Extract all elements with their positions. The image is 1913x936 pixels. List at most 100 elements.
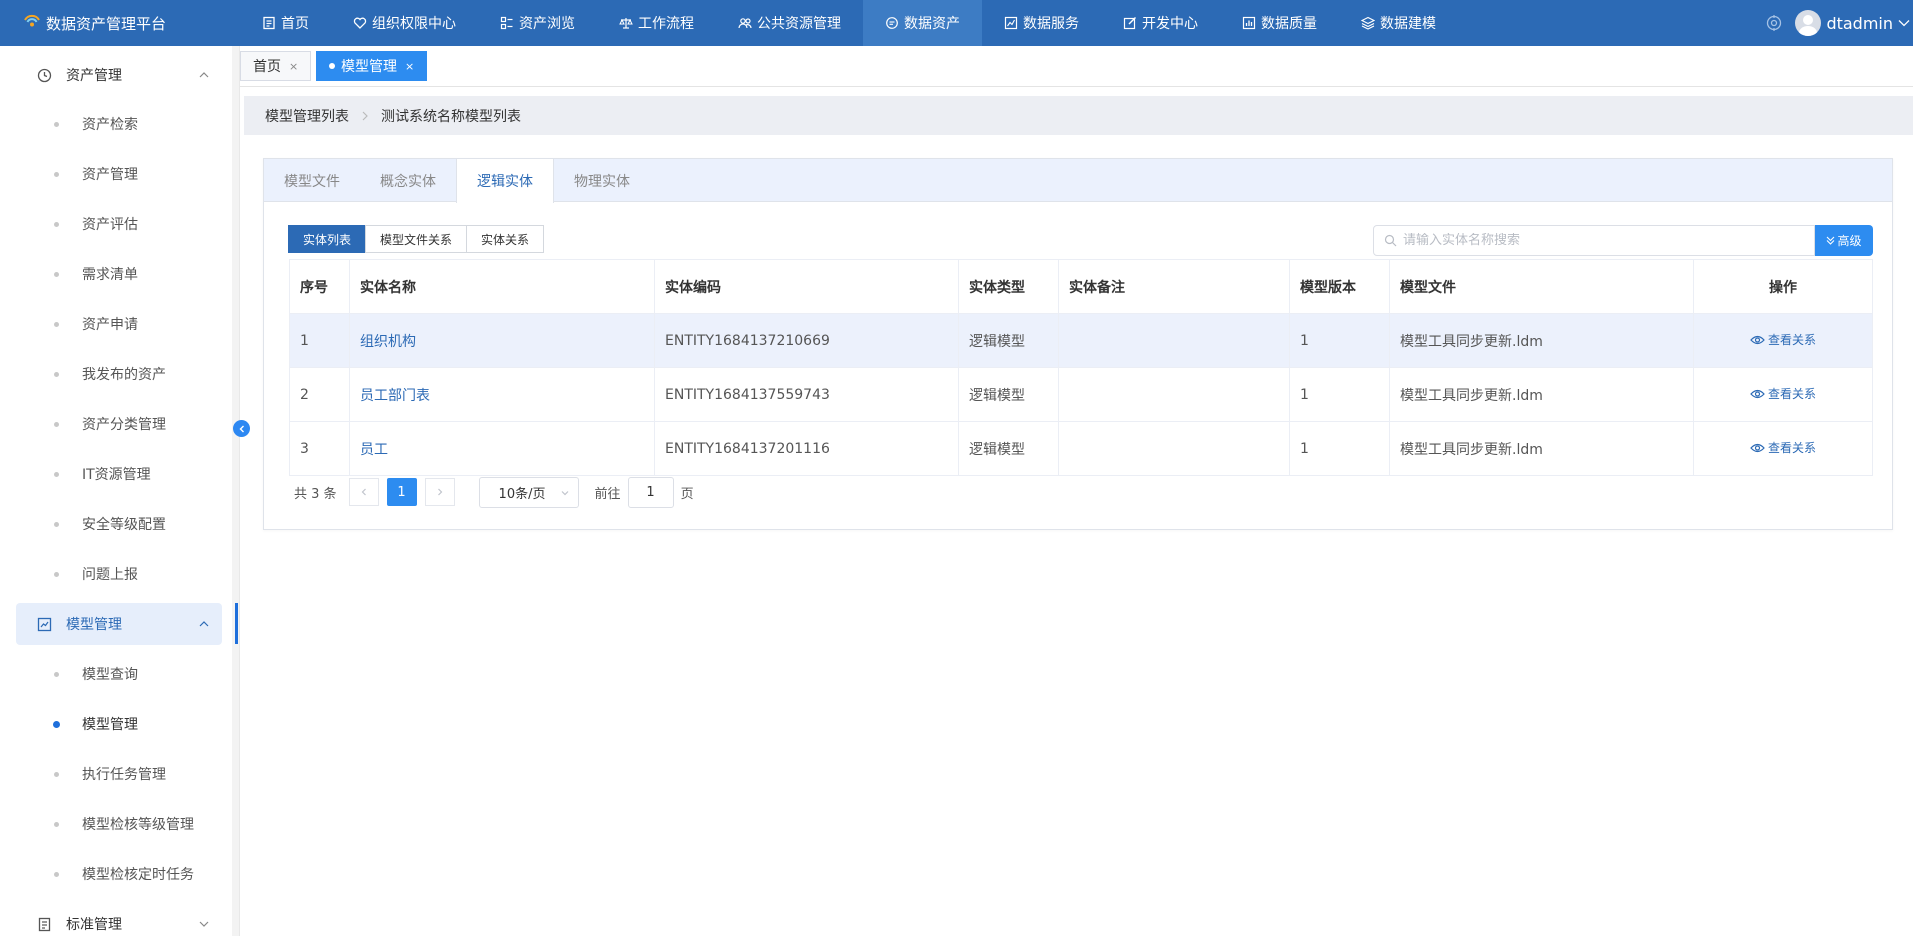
heart-shield-icon [353, 17, 367, 29]
app-title: 数据资产管理平台 [46, 14, 167, 33]
top-navbar: 数据资产管理平台 首页 组织权限中心 资产浏览 工作流程 公共资源管理 数据资产 [0, 0, 1913, 46]
entity-card: 模型文件 概念实体 逻辑实体 物理实体 实体列表 模型文件关系 实体关系 高级 … [263, 158, 1893, 530]
chart-square-icon [37, 617, 52, 631]
breadcrumb: 模型管理列表 测试系统名称模型列表 [244, 96, 1913, 135]
sidebar-item-asset-search[interactable]: 资产检索 [0, 104, 222, 144]
goto-page-input[interactable] [627, 476, 674, 508]
entity-name-link[interactable]: 员工 [360, 442, 388, 458]
nav-workflow[interactable]: 工作流程 [597, 0, 716, 46]
chevron-right-icon [362, 111, 368, 120]
sidebar-collapse-button[interactable] [233, 420, 250, 437]
column-header: 实体类型 [958, 259, 1059, 314]
nav-data-modeling[interactable]: 数据建模 [1339, 0, 1458, 46]
scale-icon [619, 18, 633, 29]
sidebar-scrollbar-thumb[interactable] [235, 603, 238, 644]
view-switch: 实体列表 模型文件关系 实体关系 [288, 225, 545, 253]
tab-logical-entity[interactable]: 逻辑实体 [456, 159, 554, 203]
sidebar-item-asset-category[interactable]: 资产分类管理 [0, 404, 222, 444]
nav-dev-center[interactable]: 开发中心 [1101, 0, 1220, 46]
sidebar-item-demand-list[interactable]: 需求清单 [0, 254, 222, 294]
chevron-up-icon [199, 72, 209, 78]
table-header-row: 序号 实体名称 实体编码 实体类型 实体备注 模型版本 模型文件 操作 [289, 259, 1873, 314]
sidebar-item-model-query[interactable]: 模型查询 [0, 654, 222, 694]
view-relation-link[interactable]: 查看关系 [1750, 385, 1816, 402]
chevron-down-icon[interactable] [1897, 16, 1911, 30]
sidebar-group-asset-management[interactable]: 资产管理 [16, 54, 222, 96]
table-row: 2 员工部门表 ENTITY1684137559743 逻辑模型 1 模型工具同… [289, 367, 1873, 422]
clock-icon [37, 68, 52, 82]
app-brand[interactable]: 数据资产管理平台 [0, 0, 240, 46]
view-relation-link[interactable]: 查看关系 [1750, 331, 1816, 348]
theme-icon[interactable] [1765, 14, 1783, 32]
breadcrumb-current: 测试系统名称模型列表 [381, 108, 521, 125]
sidebar-group-standard-management[interactable]: 标准管理 [16, 903, 222, 936]
chevron-left-icon [361, 488, 366, 496]
chevron-down-icon [561, 490, 568, 495]
username[interactable]: dtadmin [1826, 14, 1893, 33]
prev-page-button[interactable] [348, 478, 379, 506]
nav-public-resource[interactable]: 公共资源管理 [716, 0, 863, 46]
nav-asset-browse[interactable]: 资产浏览 [478, 0, 597, 46]
next-page-button[interactable] [424, 478, 455, 506]
page-tab-home[interactable]: 首页 × [240, 51, 312, 81]
tab-model-file[interactable]: 模型文件 [264, 159, 360, 202]
column-header: 模型文件 [1389, 259, 1694, 314]
entity-name-link[interactable]: 组织机构 [360, 334, 416, 350]
sidebar-item-asset-evaluate[interactable]: 资产评估 [0, 204, 222, 244]
table-row: 1 组织机构 ENTITY1684137210669 逻辑模型 1 模型工具同步… [289, 313, 1873, 368]
bar-chart-icon [1242, 16, 1256, 30]
main-nav: 首页 组织权限中心 资产浏览 工作流程 公共资源管理 数据资产 数据服务 开发中… [240, 0, 1458, 46]
column-header: 实体名称 [349, 259, 655, 314]
nav-org-permission[interactable]: 组织权限中心 [331, 0, 478, 46]
sidebar-item-it-resource[interactable]: IT资源管理 [0, 454, 222, 494]
close-icon[interactable]: × [289, 60, 298, 73]
entity-list-button[interactable]: 实体列表 [288, 225, 367, 253]
sidebar-item-security-level[interactable]: 安全等级配置 [0, 504, 222, 544]
nav-home[interactable]: 首页 [240, 0, 331, 46]
database-chat-icon [886, 17, 898, 29]
sidebar-group-model-management[interactable]: 模型管理 [16, 603, 222, 645]
nav-data-asset[interactable]: 数据资产 [863, 0, 982, 46]
nav-data-quality[interactable]: 数据质量 [1220, 0, 1339, 46]
table-row: 3 员工 ENTITY1684137201116 逻辑模型 1 模型工具同步更新… [289, 421, 1873, 476]
close-icon[interactable]: × [405, 60, 414, 73]
avatar[interactable] [1795, 10, 1822, 36]
tab-concept-entity[interactable]: 概念实体 [360, 159, 456, 202]
page-size-select[interactable]: 10条/页 [478, 476, 579, 508]
column-header: 实体备注 [1058, 259, 1290, 314]
document-icon [263, 16, 275, 30]
grid-list-icon [500, 16, 513, 30]
sidebar-scrollbar-track[interactable] [232, 46, 239, 936]
layers-icon [1361, 16, 1375, 30]
sidebar-item-asset-manage[interactable]: 资产管理 [0, 154, 222, 194]
sidebar-item-issue-report[interactable]: 问题上报 [0, 554, 222, 594]
sidebar-item-task-manage[interactable]: 执行任务管理 [0, 754, 222, 794]
nav-data-service[interactable]: 数据服务 [982, 0, 1101, 46]
sidebar-item-model-manage[interactable]: 模型管理 [0, 704, 222, 744]
entity-relation-button[interactable]: 实体关系 [466, 225, 545, 253]
search-input[interactable] [1403, 233, 1783, 248]
model-file-relation-button[interactable]: 模型文件关系 [365, 225, 468, 253]
tab-physical-entity[interactable]: 物理实体 [554, 159, 650, 202]
chevron-right-icon [437, 488, 442, 496]
entity-name-link[interactable]: 员工部门表 [360, 388, 430, 404]
breadcrumb-item[interactable]: 模型管理列表 [265, 106, 349, 126]
people-icon [738, 18, 752, 29]
advanced-search-button[interactable]: 高级 [1815, 225, 1873, 256]
chevron-left-icon [239, 425, 244, 432]
entity-table: 序号 实体名称 实体编码 实体类型 实体备注 模型版本 模型文件 操作 1 组织… [289, 259, 1873, 476]
sidebar-item-asset-apply[interactable]: 资产申请 [0, 304, 222, 344]
goto-label: 前往 [594, 486, 621, 502]
sidebar-item-check-level[interactable]: 模型检核等级管理 [0, 804, 222, 844]
sidebar-item-my-published[interactable]: 我发布的资产 [0, 354, 222, 394]
sidebar-item-check-schedule[interactable]: 模型检核定时任务 [0, 854, 222, 894]
page-tab-model-management[interactable]: 模型管理 × [316, 51, 428, 81]
eye-icon [1750, 335, 1765, 344]
page-number[interactable]: 1 [386, 478, 417, 506]
user-area: dtadmin [1765, 0, 1913, 46]
view-relation-link[interactable]: 查看关系 [1750, 439, 1816, 456]
column-header: 实体编码 [654, 259, 959, 314]
document-icon [38, 917, 51, 931]
chevron-up-icon [199, 621, 209, 627]
column-header: 模型版本 [1289, 259, 1390, 314]
